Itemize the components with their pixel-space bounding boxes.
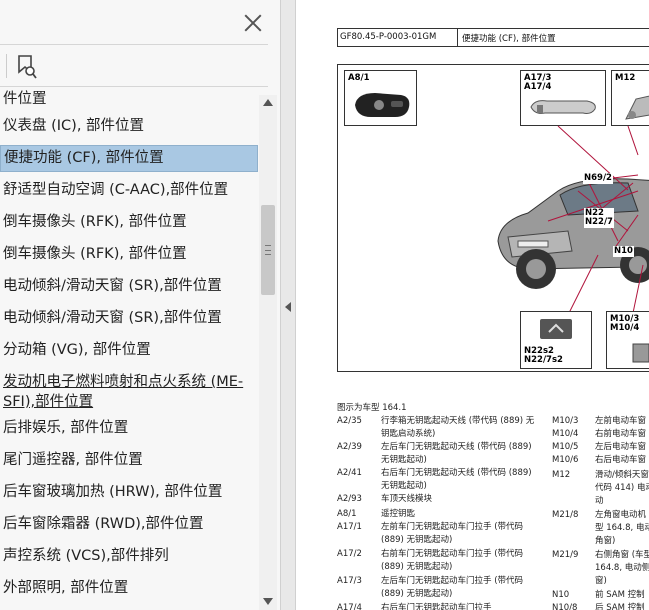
component-location-figure: A8/1 A17/3 A17/4 M12 N69/2 N22 N22/7 N10… [337, 64, 649, 372]
bookmark-item[interactable]: 倒车摄像头 (RFK), 部件位置 [0, 212, 258, 232]
window-motor-icon [632, 343, 649, 363]
inset-switch: N22s2 N22/7s2 [520, 311, 592, 369]
document-title: 便捷功能 (CF), 部件位置 [462, 34, 556, 44]
figure-label: N69/2 [583, 173, 613, 184]
inset-window-motor: M10/3 M10/4 [606, 311, 649, 369]
bookmark-item[interactable]: 后排娱乐, 部件位置 [0, 418, 258, 438]
bookmark-item[interactable]: 分动箱 (VG), 部件位置 [0, 340, 258, 360]
bookmark-item[interactable]: 外部照明, 部件位置 [0, 578, 258, 598]
bookmark-item[interactable]: 声控系统 (VCS),部件排列 [0, 546, 258, 566]
figure-label: N22 N22/7 [584, 208, 614, 228]
document-page: GF80.45-P-0003-01GM 便捷功能 (CF), 部件位置 A8/1… [296, 0, 649, 610]
bookmark-panel: 件位置 仪表盘 (IC), 部件位置 便捷功能 (CF), 部件位置 舒适型自动… [0, 0, 280, 610]
divider [457, 29, 458, 46]
bookmark-item[interactable]: 电动倾斜/滑动天窗 (SR),部件位置 [0, 276, 258, 296]
bookmark-item[interactable]: 电动倾斜/滑动天窗 (SR),部件位置 [0, 308, 258, 328]
scroll-up-arrow-icon[interactable] [263, 99, 273, 106]
panel-splitter[interactable] [280, 0, 296, 610]
vertical-scrollbar[interactable] [259, 95, 277, 610]
collapse-left-arrow-icon[interactable] [285, 302, 291, 312]
scroll-down-arrow-icon[interactable] [263, 598, 273, 605]
scrollbar-thumb[interactable] [261, 205, 275, 295]
divider [0, 44, 268, 45]
figure-label: N22s2 N22/7s2 [524, 346, 563, 365]
grip-icon [265, 245, 271, 255]
bookmark-item[interactable]: 件位置 [0, 89, 258, 109]
document-header: GF80.45-P-0003-01GM 便捷功能 (CF), 部件位置 [337, 28, 649, 47]
bookmark-item[interactable]: 舒适型自动空调 (C-AAC),部件位置 [0, 180, 258, 200]
bookmark-search-icon[interactable] [16, 54, 38, 80]
switch-icon [540, 319, 572, 339]
bookmark-item[interactable]: 仪表盘 (IC), 部件位置 [0, 116, 258, 136]
figure-caption: 图示为车型 164.1 [337, 403, 407, 413]
bookmark-item[interactable]: 倒车摄像头 (RFK), 部件位置 [0, 244, 258, 264]
bookmark-item[interactable]: 尾门遥控器, 部件位置 [0, 450, 258, 470]
divider [6, 54, 7, 78]
document-code: GF80.45-P-0003-01GM [340, 32, 437, 42]
bookmark-item-link[interactable]: 发动机电子燃料喷射和点火系统 (ME-SFI),部件位置 [0, 372, 250, 412]
bookmark-item-selected[interactable]: 便捷功能 (CF), 部件位置 [0, 145, 258, 172]
figure-label: M10/3 M10/4 [610, 314, 640, 333]
figure-label: N10 [613, 246, 634, 257]
bookmark-item[interactable]: 后车窗除霜器 (RWD),部件位置 [0, 514, 258, 534]
close-icon[interactable] [240, 10, 266, 36]
bookmark-item[interactable]: 后车窗玻璃加热 (HRW), 部件位置 [0, 482, 258, 502]
bookmark-list: 件位置 仪表盘 (IC), 部件位置 便捷功能 (CF), 部件位置 舒适型自动… [0, 87, 258, 610]
